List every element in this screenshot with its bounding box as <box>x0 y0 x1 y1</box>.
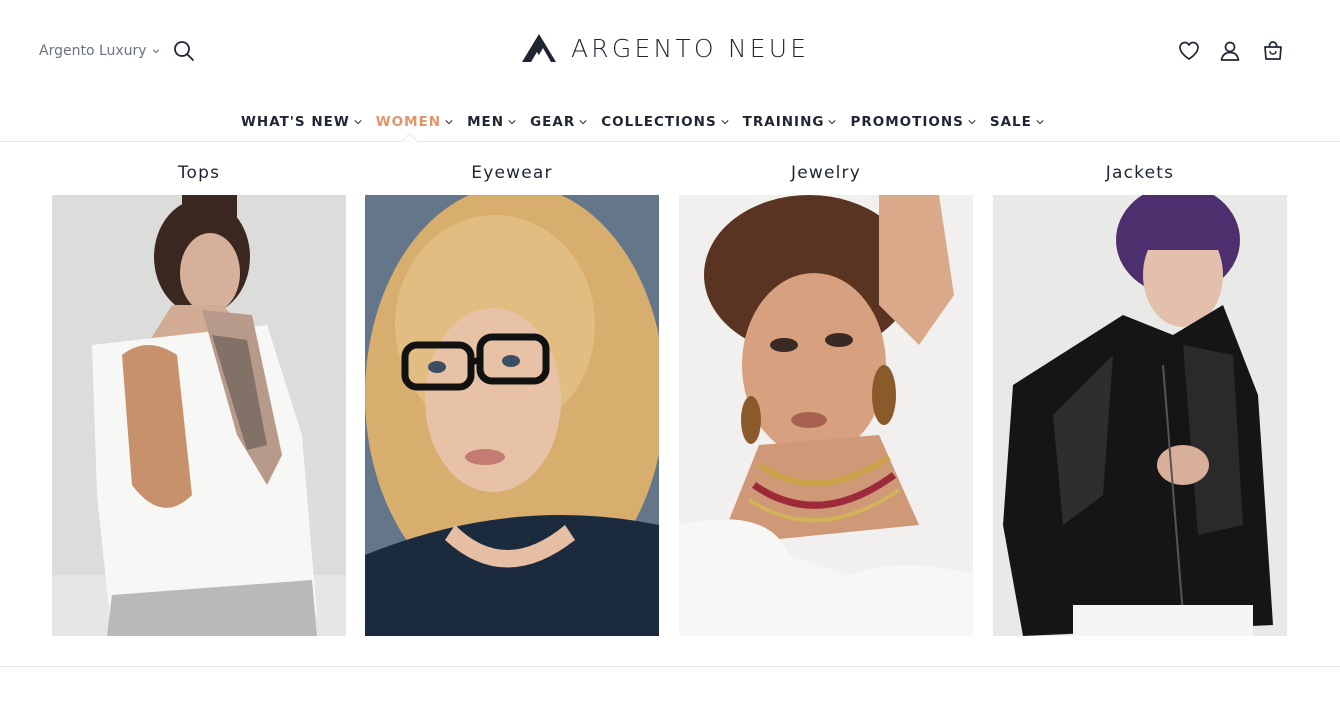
logo-text: ARGENTO NEUE <box>571 33 810 63</box>
nav-item-sale[interactable]: SALE <box>990 114 1044 130</box>
nav-item-whats-new[interactable]: WHAT'S NEW <box>241 114 362 130</box>
main-navigation: WHAT'S NEW WOMEN MEN GEAR COLLECTIONS TR… <box>0 108 1340 141</box>
nav-item-collections[interactable]: COLLECTIONS <box>601 114 729 130</box>
nav-item-label: SALE <box>989 114 1032 130</box>
category-title: Jackets <box>1105 163 1175 183</box>
nav-item-training[interactable]: TRAINING <box>743 114 837 130</box>
chevron-down-icon <box>579 120 587 125</box>
nav-item-label: WHAT'S NEW <box>241 114 350 130</box>
site-logo[interactable]: ARGENTO NEUE <box>521 33 809 63</box>
category-image-eyewear[interactable] <box>365 195 659 636</box>
nav-item-gear[interactable]: GEAR <box>530 114 587 130</box>
chevron-down-icon <box>1036 120 1044 125</box>
chevron-down-icon <box>445 120 453 125</box>
chevron-down-icon <box>508 120 516 125</box>
search-icon[interactable] <box>172 39 196 63</box>
nav-item-label: MEN <box>467 114 505 130</box>
category-title: Eyewear <box>471 163 553 183</box>
nav-item-label: GEAR <box>530 114 576 130</box>
nav-item-women[interactable]: WOMEN <box>376 114 453 130</box>
megamenu-bottom-divider <box>0 666 1340 667</box>
category-image-jackets[interactable] <box>993 195 1287 636</box>
nav-item-label: TRAINING <box>742 114 825 130</box>
category-tile-tops[interactable]: Tops <box>52 160 346 636</box>
nav-item-promotions[interactable]: PROMOTIONS <box>850 114 976 130</box>
nav-item-label: WOMEN <box>375 114 442 130</box>
nav-item-men[interactable]: MEN <box>467 114 516 130</box>
category-tile-jackets[interactable]: Jackets <box>993 160 1287 636</box>
category-image-tops[interactable] <box>52 195 346 636</box>
store-switcher-label: Argento Luxury <box>39 43 147 59</box>
store-switcher[interactable]: Argento Luxury <box>39 43 160 59</box>
heart-icon[interactable] <box>1177 39 1201 63</box>
category-title: Tops <box>177 163 221 183</box>
chevron-down-icon <box>721 120 729 125</box>
chevron-down-icon <box>968 120 976 125</box>
category-tile-eyewear[interactable]: Eyewear <box>365 160 659 636</box>
chevron-down-icon <box>152 49 159 54</box>
shopping-bag-icon[interactable] <box>1261 39 1285 63</box>
category-title: Jewelry <box>790 163 861 183</box>
megamenu-top-divider <box>0 141 1340 142</box>
user-icon[interactable] <box>1218 39 1242 63</box>
category-image-jewelry[interactable] <box>679 195 973 636</box>
chevron-down-icon <box>354 120 362 125</box>
chevron-down-icon <box>828 120 836 125</box>
nav-item-label: PROMOTIONS <box>850 114 964 130</box>
logo-icon <box>522 34 556 62</box>
nav-item-label: COLLECTIONS <box>601 114 717 130</box>
category-tile-jewelry[interactable]: Jewelry <box>679 160 973 636</box>
